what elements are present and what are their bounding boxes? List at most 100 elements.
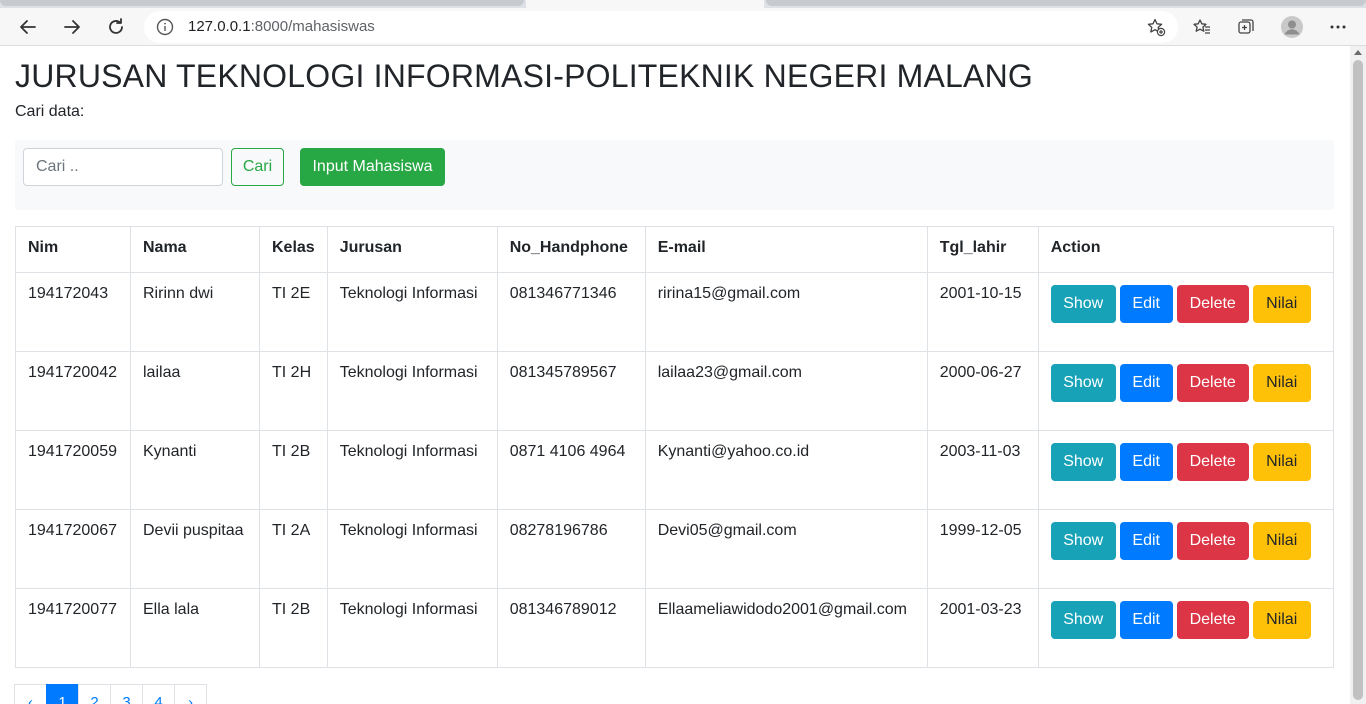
edit-button[interactable]: Edit xyxy=(1119,522,1173,560)
cell-action: Show Edit Delete Nilai xyxy=(1037,272,1335,352)
action-buttons: Show Edit Delete Nilai xyxy=(1050,364,1321,402)
url-text[interactable]: 127.0.0.1:8000/mahasiswas xyxy=(188,11,375,43)
cell-nama: lailaa xyxy=(130,351,260,431)
scroll-up-arrow-icon[interactable] xyxy=(1354,50,1362,55)
nilai-button[interactable]: Nilai xyxy=(1252,601,1311,639)
cell-jurusan: Teknologi Informasi xyxy=(326,351,498,431)
pagination-page-3[interactable]: 3 xyxy=(110,684,143,704)
cell-no-handphone: 08278196786 xyxy=(496,509,646,589)
action-buttons: Show Edit Delete Nilai xyxy=(1050,285,1321,323)
cell-tgl-lahir: 2000-06-27 xyxy=(926,351,1039,431)
browser-toolbar: 127.0.0.1:8000/mahasiswas xyxy=(0,8,1366,46)
collections-icon[interactable] xyxy=(1228,8,1264,46)
show-button[interactable]: Show xyxy=(1050,364,1116,402)
column-header-action: Action xyxy=(1037,226,1335,273)
scrollbar-thumb[interactable] xyxy=(1353,60,1363,700)
search-input[interactable] xyxy=(23,148,223,186)
cell-jurusan: Teknologi Informasi xyxy=(326,509,498,589)
browser-tab[interactable] xyxy=(0,0,524,6)
edit-button[interactable]: Edit xyxy=(1119,364,1173,402)
column-header-jurusan: Jurusan xyxy=(326,226,498,273)
page-scrollbar[interactable] xyxy=(1350,46,1366,704)
pagination-page-2[interactable]: 2 xyxy=(78,684,111,704)
cell-email: ririna15@gmail.com xyxy=(644,272,928,352)
cell-email: Ellaameliawidodo2001@gmail.com xyxy=(644,588,928,668)
show-button[interactable]: Show xyxy=(1050,601,1116,639)
cell-tgl-lahir: 1999-12-05 xyxy=(926,509,1039,589)
cell-no-handphone: 0871 4106 4964 xyxy=(496,430,646,510)
pagination: ‹ 1 2 3 4 › xyxy=(14,684,207,704)
cell-action: Show Edit Delete Nilai xyxy=(1037,588,1335,668)
cell-kelas: TI 2H xyxy=(259,351,328,431)
forward-arrow-icon[interactable] xyxy=(54,8,90,46)
url-path: :8000/mahasiswas xyxy=(250,18,375,35)
show-button[interactable]: Show xyxy=(1050,522,1116,560)
cell-jurusan: Teknologi Informasi xyxy=(326,272,498,352)
reload-icon[interactable] xyxy=(98,8,134,46)
pagination-page-1[interactable]: 1 xyxy=(46,684,79,704)
delete-button[interactable]: Delete xyxy=(1176,443,1249,481)
nilai-button[interactable]: Nilai xyxy=(1252,285,1311,323)
delete-button[interactable]: Delete xyxy=(1176,364,1249,402)
tab-strip xyxy=(0,0,1366,8)
cell-nama: Ella lala xyxy=(130,588,260,668)
nilai-button[interactable]: Nilai xyxy=(1252,522,1311,560)
show-button[interactable]: Show xyxy=(1050,443,1116,481)
cell-nim: 1941720067 xyxy=(15,509,131,589)
add-favorite-icon[interactable] xyxy=(1146,17,1166,42)
cell-action: Show Edit Delete Nilai xyxy=(1037,430,1335,510)
page-title: JURUSAN TEKNOLOGI INFORMASI-POLITEKNIK N… xyxy=(15,58,1033,94)
table-row: 1941720067 Devii puspitaa TI 2A Teknolog… xyxy=(15,509,1335,589)
cell-jurusan: Teknologi Informasi xyxy=(326,430,498,510)
info-icon[interactable] xyxy=(156,18,174,41)
edit-button[interactable]: Edit xyxy=(1119,443,1173,481)
cell-email: Devi05@gmail.com xyxy=(644,509,928,589)
cell-kelas: TI 2B xyxy=(259,430,328,510)
more-menu-icon[interactable] xyxy=(1320,8,1356,46)
delete-button[interactable]: Delete xyxy=(1176,601,1249,639)
input-mahasiswa-button[interactable]: Input Mahasiswa xyxy=(300,148,445,186)
address-bar[interactable]: 127.0.0.1:8000/mahasiswas xyxy=(144,11,1178,43)
cell-nim: 194172043 xyxy=(15,272,131,352)
delete-button[interactable]: Delete xyxy=(1176,285,1249,323)
cell-nim: 1941720042 xyxy=(15,351,131,431)
pagination-next[interactable]: › xyxy=(174,684,207,704)
table-row: 1941720077 Ella lala TI 2B Teknologi Inf… xyxy=(15,588,1335,668)
cell-no-handphone: 081345789567 xyxy=(496,351,646,431)
cell-tgl-lahir: 2001-10-15 xyxy=(926,272,1039,352)
column-header-tgl-lahir: Tgl_lahir xyxy=(926,226,1039,273)
cell-jurusan: Teknologi Informasi xyxy=(326,588,498,668)
browser-tab[interactable] xyxy=(766,0,1366,6)
column-header-nim: Nim xyxy=(15,226,131,273)
table-row: 1941720042 lailaa TI 2H Teknologi Inform… xyxy=(15,351,1335,431)
browser-tab-active[interactable] xyxy=(526,0,764,8)
edit-button[interactable]: Edit xyxy=(1119,285,1173,323)
cell-nama: Ririnn dwi xyxy=(130,272,260,352)
page-viewport: JURUSAN TEKNOLOGI INFORMASI-POLITEKNIK N… xyxy=(0,46,1350,704)
table-row: 194172043 Ririnn dwi TI 2E Teknologi Inf… xyxy=(15,272,1335,352)
action-buttons: Show Edit Delete Nilai xyxy=(1050,601,1321,639)
nilai-button[interactable]: Nilai xyxy=(1252,443,1311,481)
edit-button[interactable]: Edit xyxy=(1119,601,1173,639)
column-header-kelas: Kelas xyxy=(259,226,328,273)
pagination-page-4[interactable]: 4 xyxy=(142,684,175,704)
favorites-icon[interactable] xyxy=(1184,8,1220,46)
search-button[interactable]: Cari xyxy=(231,148,284,186)
mahasiswa-table: Nim Nama Kelas Jurusan No_Handphone E-ma… xyxy=(15,226,1335,668)
nilai-button[interactable]: Nilai xyxy=(1252,364,1311,402)
action-buttons: Show Edit Delete Nilai xyxy=(1050,443,1321,481)
profile-avatar-icon[interactable] xyxy=(1274,8,1310,46)
column-header-nama: Nama xyxy=(130,226,260,273)
show-button[interactable]: Show xyxy=(1050,285,1116,323)
cell-no-handphone: 081346771346 xyxy=(496,272,646,352)
cell-no-handphone: 081346789012 xyxy=(496,588,646,668)
column-header-no-handphone: No_Handphone xyxy=(496,226,646,273)
cell-email: lailaa23@gmail.com xyxy=(644,351,928,431)
cell-nama: Kynanti xyxy=(130,430,260,510)
back-arrow-icon[interactable] xyxy=(10,8,46,46)
delete-button[interactable]: Delete xyxy=(1176,522,1249,560)
cell-kelas: TI 2B xyxy=(259,588,328,668)
cell-kelas: TI 2E xyxy=(259,272,328,352)
table-row: 1941720059 Kynanti TI 2B Teknologi Infor… xyxy=(15,430,1335,510)
pagination-prev[interactable]: ‹ xyxy=(14,684,47,704)
